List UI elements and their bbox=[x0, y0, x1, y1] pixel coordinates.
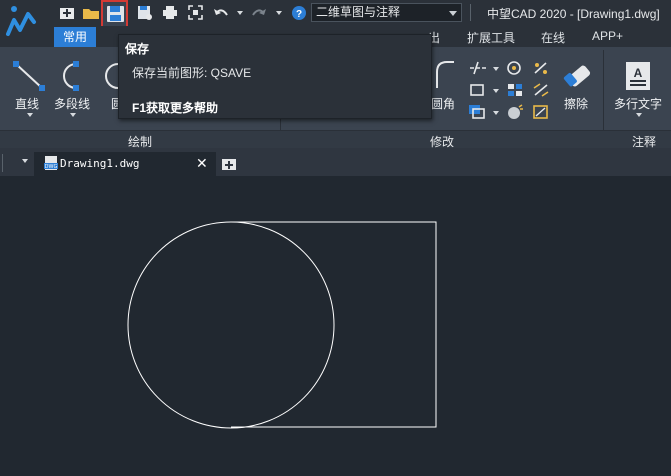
rectangle-dropdown-icon[interactable] bbox=[493, 89, 499, 93]
array-icon[interactable] bbox=[506, 82, 524, 103]
tab-list-menu-button[interactable] bbox=[0, 152, 26, 174]
trim-icon[interactable] bbox=[468, 60, 488, 81]
ribbon-panel-footer bbox=[0, 130, 671, 148]
hatch-icon[interactable] bbox=[506, 60, 524, 81]
document-tab-label[interactable]: Drawing1.dwg bbox=[60, 157, 139, 170]
fillet-tool-label[interactable]: 圆角 bbox=[431, 95, 455, 112]
redo-icon[interactable] bbox=[250, 4, 268, 21]
line-tool-label[interactable]: 直线 bbox=[15, 95, 39, 112]
tooltip-description: 保存当前图形: QSAVE bbox=[132, 66, 252, 80]
offset-dropdown-icon[interactable] bbox=[493, 111, 499, 115]
new-document-icon[interactable] bbox=[221, 157, 237, 176]
eraser-icon[interactable] bbox=[562, 60, 594, 97]
tab-app-plus[interactable]: APP+ bbox=[592, 29, 623, 43]
redo-dropdown-icon[interactable] bbox=[276, 11, 282, 15]
polyline-dropdown-icon[interactable] bbox=[70, 113, 76, 117]
erase-tool-label[interactable]: 擦除 bbox=[564, 95, 588, 112]
polyline-tool-label[interactable]: 多段线 bbox=[54, 95, 90, 112]
chevron-down-icon bbox=[449, 11, 457, 16]
app-logo[interactable] bbox=[0, 0, 44, 47]
tab-extensions[interactable]: 扩展工具 bbox=[467, 29, 515, 46]
explode-icon[interactable] bbox=[506, 104, 524, 125]
zoom-extents-icon[interactable] bbox=[186, 4, 204, 21]
help-icon[interactable]: ? bbox=[290, 4, 308, 21]
mtext-tool-label[interactable]: 多行文字 bbox=[614, 95, 662, 112]
scale-icon[interactable] bbox=[532, 60, 550, 81]
undo-dropdown-icon[interactable] bbox=[237, 11, 243, 15]
mtext-icon[interactable]: A bbox=[623, 60, 653, 97]
tab-online[interactable]: 在线 bbox=[541, 29, 565, 46]
rectangle-icon[interactable] bbox=[468, 82, 486, 103]
tooltip-title: 保存 bbox=[125, 42, 150, 56]
workspace-select-value: 二维草图与注释 bbox=[316, 5, 401, 19]
tab-home[interactable]: 常用 bbox=[54, 27, 96, 47]
open-folder-icon[interactable] bbox=[82, 4, 100, 21]
circle-tool-icon[interactable] bbox=[101, 60, 119, 97]
save-tooltip: 保存 保存当前图形: QSAVE F1获取更多帮助 bbox=[118, 34, 432, 119]
circle-entity bbox=[127, 221, 335, 429]
offset-icon[interactable] bbox=[468, 104, 486, 125]
line-dropdown-icon[interactable] bbox=[27, 113, 33, 117]
window-title: 中望CAD 2020 - [Drawing1.dwg] bbox=[487, 7, 660, 21]
svg-text:A: A bbox=[634, 66, 643, 80]
mtext-dropdown-icon[interactable] bbox=[636, 113, 642, 117]
drawing-canvas[interactable] bbox=[0, 176, 671, 476]
svg-text:DWG: DWG bbox=[45, 164, 58, 170]
polyline-tool-icon[interactable] bbox=[56, 60, 90, 97]
workspace-select[interactable]: 二维草图与注释 bbox=[311, 3, 462, 22]
undo-icon[interactable] bbox=[212, 4, 230, 21]
tab-list-dropdown-icon[interactable] bbox=[22, 159, 28, 163]
svg-text:?: ? bbox=[296, 9, 302, 20]
line-tool-icon[interactable] bbox=[12, 60, 46, 97]
tooltip-help: F1获取更多帮助 bbox=[132, 101, 219, 115]
save-as-icon[interactable] bbox=[136, 4, 154, 21]
stretch-icon[interactable] bbox=[532, 82, 550, 103]
new-file-icon[interactable] bbox=[58, 4, 76, 21]
chamfer-icon[interactable] bbox=[532, 104, 550, 125]
dwg-file-icon: DWG bbox=[43, 155, 59, 176]
trim-dropdown-icon[interactable] bbox=[493, 67, 499, 71]
print-icon[interactable] bbox=[161, 4, 179, 21]
divider bbox=[470, 4, 471, 21]
fillet-tool-icon[interactable] bbox=[435, 60, 455, 95]
close-icon[interactable]: ✕ bbox=[196, 156, 208, 170]
